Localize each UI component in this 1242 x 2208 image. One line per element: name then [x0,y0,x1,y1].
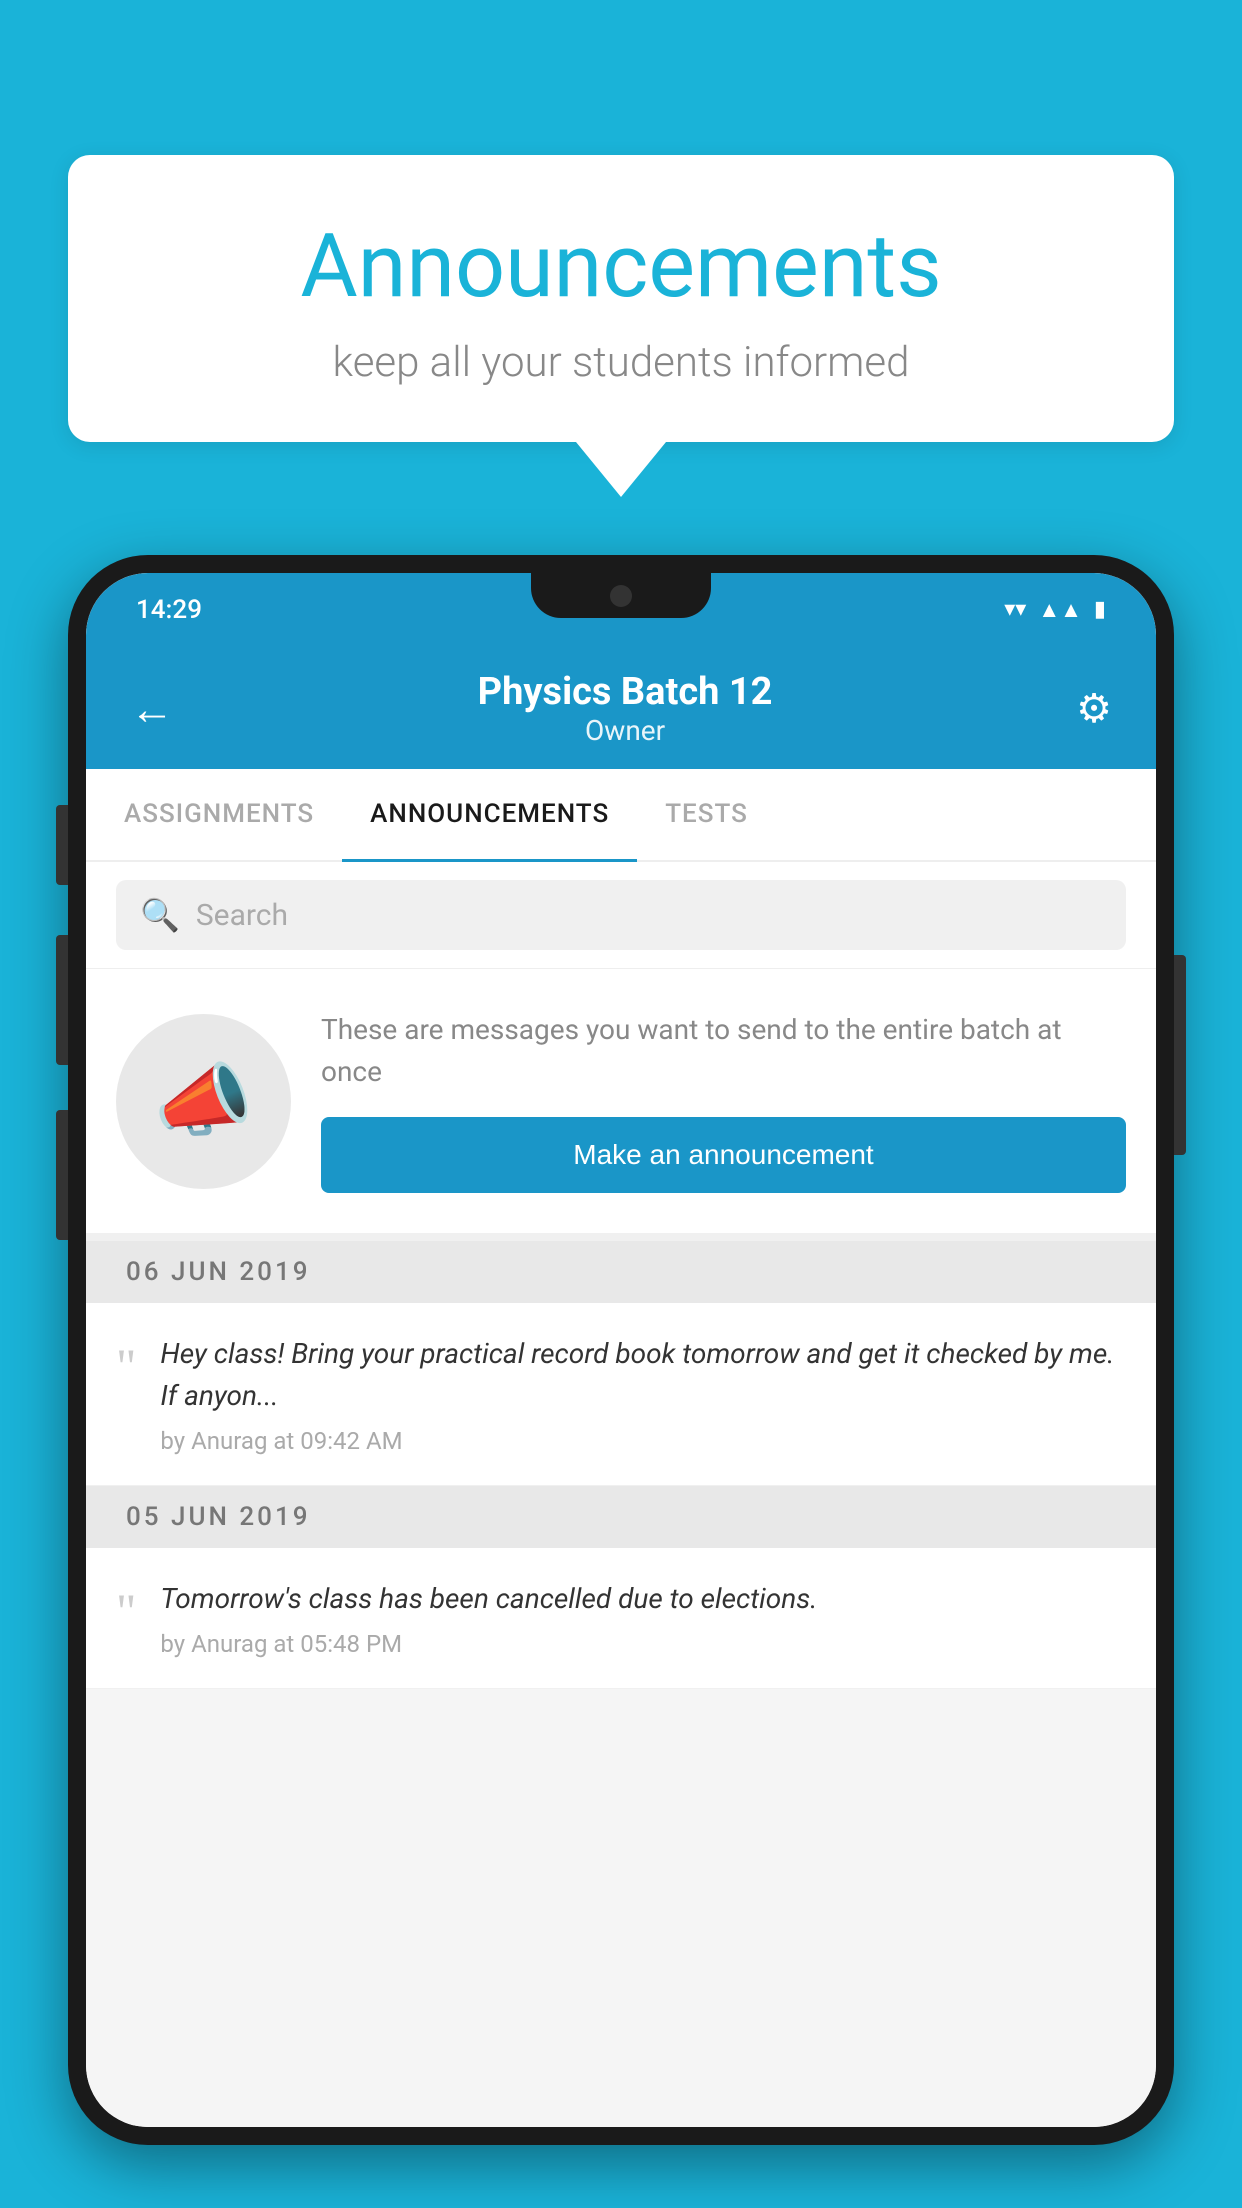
announcement-message-2: Tomorrow's class has been cancelled due … [160,1578,1126,1620]
phone-mockup: 14:29 ▾▾ ▲▲ ▮ ← Physics Batch 12 Owner ⚙… [68,555,1174,2208]
speech-bubble-arrow [576,442,666,497]
announcement-meta-2: by Anurag at 05:48 PM [160,1630,1126,1658]
phone-screen: 14:29 ▾▾ ▲▲ ▮ ← Physics Batch 12 Owner ⚙… [86,573,1156,2127]
speech-bubble-card: Announcements keep all your students inf… [68,155,1174,442]
date-label-1: 06 JUN 2019 [126,1257,311,1287]
date-label-2: 05 JUN 2019 [126,1502,311,1532]
settings-icon[interactable]: ⚙ [1076,685,1112,732]
phone-volume-up [56,805,68,885]
announcement-prompt: 📣 These are messages you want to send to… [86,969,1156,1241]
announcement-meta-1: by Anurag at 09:42 AM [160,1427,1126,1455]
tabs-bar: ASSIGNMENTS ANNOUNCEMENTS TESTS [86,769,1156,862]
date-divider-2: 05 JUN 2019 [86,1486,1156,1548]
wifi-icon: ▾▾ [1004,597,1026,622]
search-icon: 🔍 [140,896,180,934]
megaphone-icon: 📣 [154,1054,254,1148]
phone-notch [531,573,711,618]
quote-icon-2: " [116,1586,136,1636]
batch-title: Physics Batch 12 [478,670,773,714]
front-camera [610,585,632,607]
phone-power-button [1174,955,1186,1155]
make-announcement-button[interactable]: Make an announcement [321,1117,1126,1193]
announcement-item-2[interactable]: " Tomorrow's class has been cancelled du… [86,1548,1156,1689]
status-bar: 14:29 ▾▾ ▲▲ ▮ [86,573,1156,646]
owner-label: Owner [478,714,773,747]
phone-volume-down [56,935,68,1065]
tab-announcements[interactable]: ANNOUNCEMENTS [342,769,637,862]
phone-body: 14:29 ▾▾ ▲▲ ▮ ← Physics Batch 12 Owner ⚙… [68,555,1174,2145]
date-divider-1: 06 JUN 2019 [86,1241,1156,1303]
search-placeholder: Search [196,898,288,933]
announcement-text-2: Tomorrow's class has been cancelled due … [160,1578,1126,1658]
quote-icon-1: " [116,1341,136,1391]
search-container: 🔍 Search [86,862,1156,969]
speech-bubble-subtitle: keep all your students informed [148,338,1094,387]
app-header: ← Physics Batch 12 Owner ⚙ [86,646,1156,769]
announcement-text-1: Hey class! Bring your practical record b… [160,1333,1126,1455]
screen-content: 🔍 Search 📣 These are messages you want t… [86,862,1156,2127]
announcement-message-1: Hey class! Bring your practical record b… [160,1333,1126,1417]
announcement-right: These are messages you want to send to t… [321,1009,1126,1193]
speech-bubble-title: Announcements [148,215,1094,318]
search-input-wrap[interactable]: 🔍 Search [116,880,1126,950]
megaphone-circle: 📣 [116,1014,291,1189]
speech-bubble-section: Announcements keep all your students inf… [68,155,1174,497]
signal-icon: ▲▲ [1038,597,1082,623]
tab-assignments[interactable]: ASSIGNMENTS [96,769,342,862]
status-icons: ▾▾ ▲▲ ▮ [1004,597,1106,623]
tab-tests[interactable]: TESTS [637,769,776,862]
status-time: 14:29 [136,595,202,625]
header-title-block: Physics Batch 12 Owner [478,670,773,747]
back-button[interactable]: ← [130,683,174,735]
announcement-description: These are messages you want to send to t… [321,1009,1126,1093]
battery-icon: ▮ [1094,597,1106,622]
phone-silent-switch [56,1110,68,1240]
announcement-item-1[interactable]: " Hey class! Bring your practical record… [86,1303,1156,1486]
